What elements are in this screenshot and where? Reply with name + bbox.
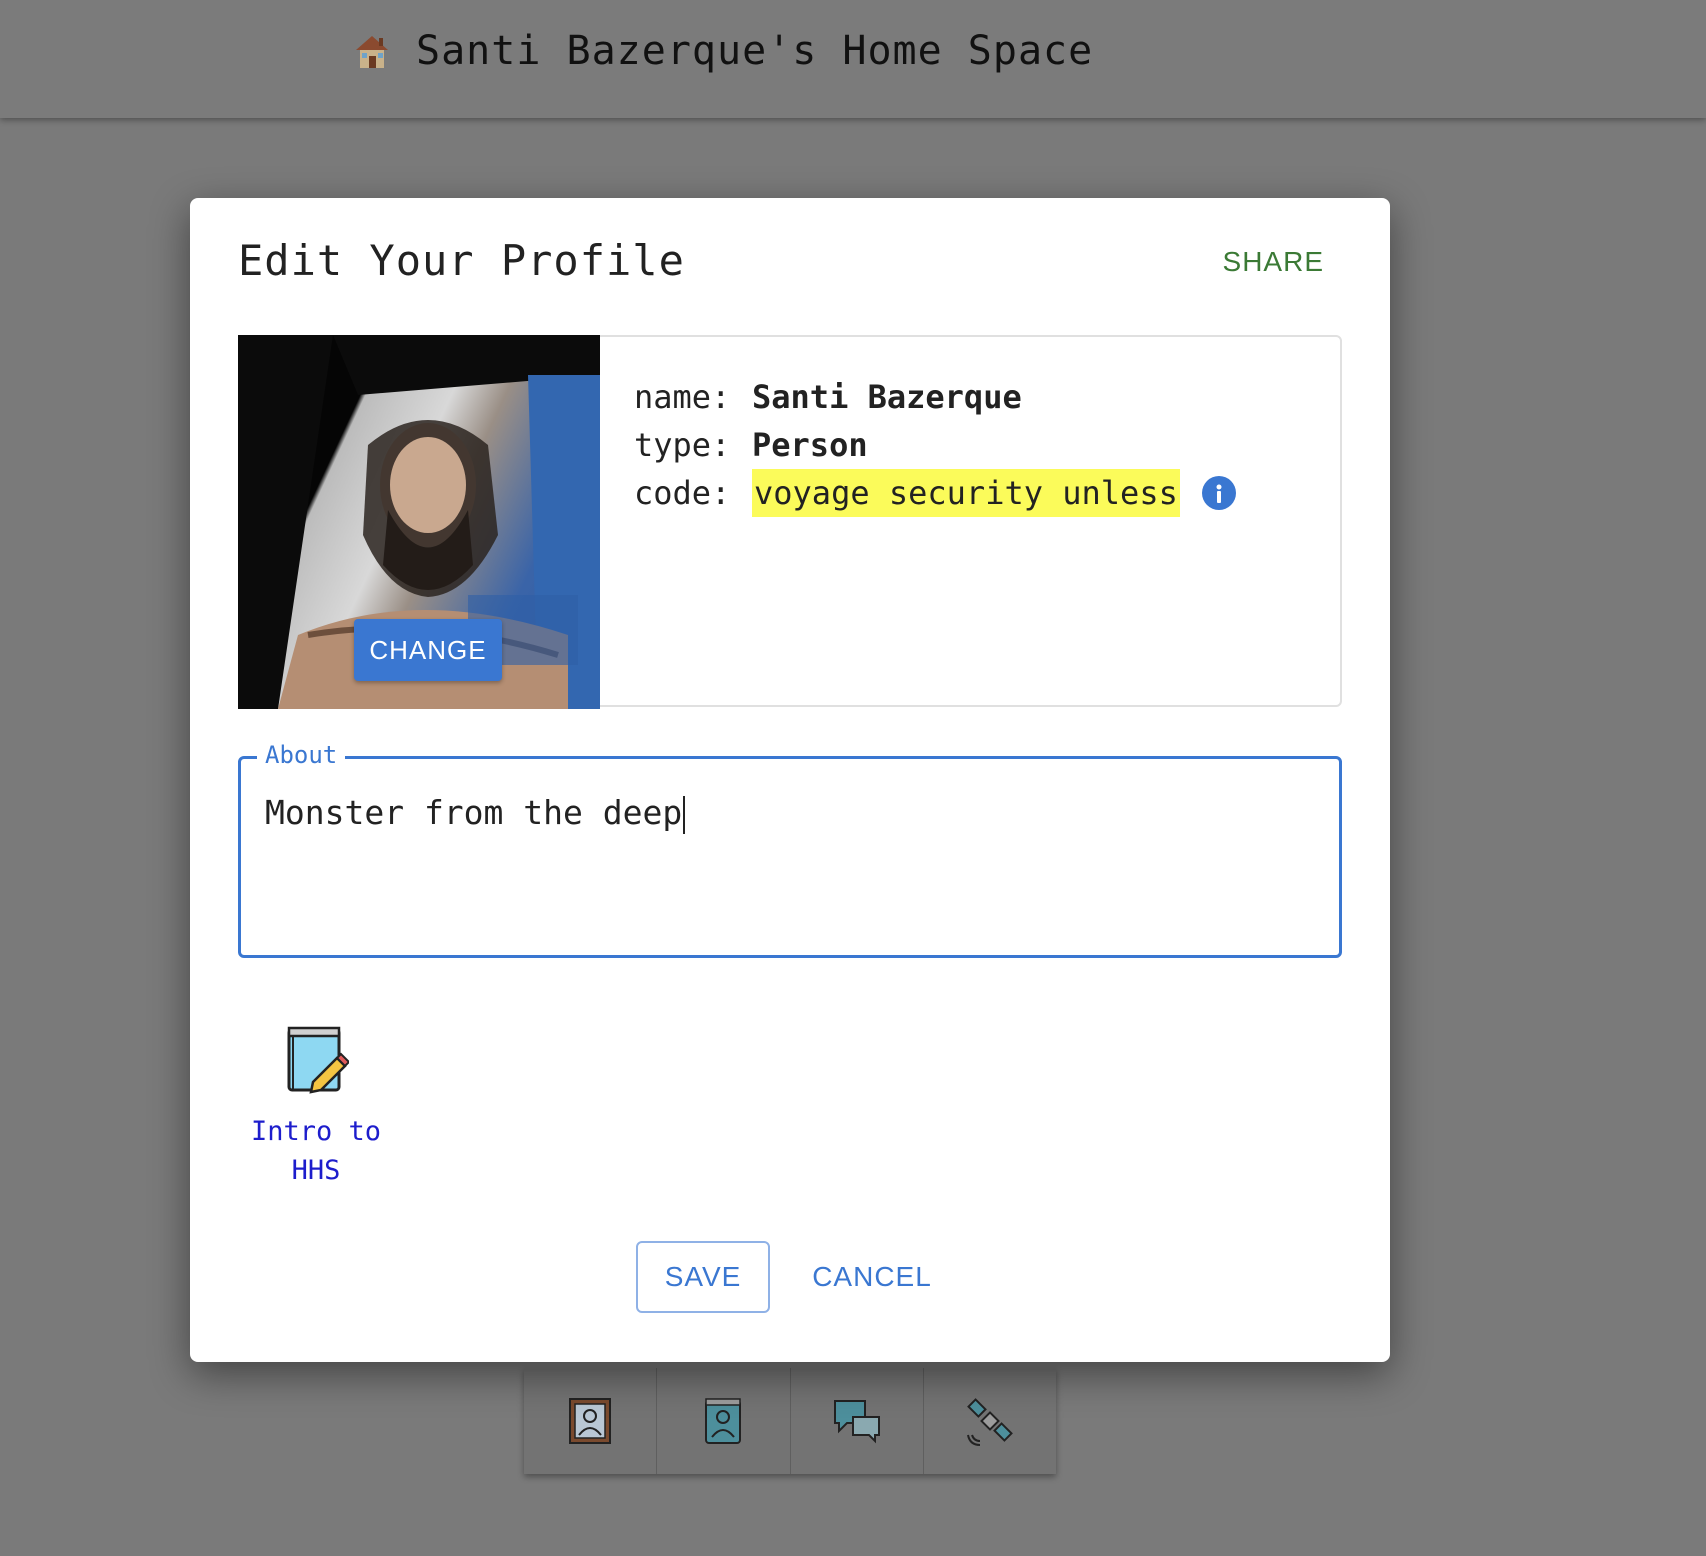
profile-fields: name: Santi Bazerque type: Person code: … [634, 373, 1236, 517]
cancel-button[interactable]: CANCEL [802, 1241, 942, 1313]
toolbar-chat-button[interactable] [791, 1368, 924, 1474]
toolbar-contacts-button[interactable] [657, 1368, 791, 1474]
type-key: type: [634, 426, 731, 464]
chat-bubbles-icon [833, 1400, 880, 1444]
name-key: name: [634, 378, 731, 416]
toolbar-profile-button[interactable] [524, 1368, 658, 1474]
dialog-title: Edit Your Profile [238, 236, 685, 285]
intro-link-label: Intro to HHS [251, 1112, 381, 1190]
app-bar: Santi Bazerque's Home Space [0, 0, 1706, 118]
info-icon[interactable] [1201, 476, 1236, 510]
save-button[interactable]: SAVE [636, 1241, 770, 1313]
profile-photo: CHANGE [238, 335, 600, 709]
intro-to-hhs-link[interactable]: Intro to HHS [244, 1024, 388, 1190]
contacts-book-icon [705, 1398, 742, 1444]
type-row: type: Person [634, 421, 1236, 469]
toolbar-satellite-button[interactable] [924, 1368, 1056, 1474]
type-value: Person [752, 426, 868, 464]
name-value: Santi Bazerque [752, 378, 1022, 416]
edit-profile-dialog: Edit Your Profile SHARE CHANGE name: San… [190, 198, 1390, 1362]
house-icon [356, 36, 388, 68]
about-field[interactable]: About Monster from the deep [238, 741, 1342, 958]
profile-card: CHANGE name: Santi Bazerque type: Person… [238, 335, 1342, 709]
app-title: Santi Bazerque's Home Space [352, 28, 1093, 74]
about-label: About [257, 741, 346, 769]
about-value: Monster from the deep [265, 793, 683, 832]
notebook-pencil-icon [287, 1026, 349, 1094]
intro-link-label-line2: HHS [291, 1155, 341, 1186]
intro-link-label-line1: Intro to [250, 1116, 382, 1147]
share-button[interactable]: SHARE [1223, 246, 1324, 278]
code-row: code: voyage security unless [634, 469, 1236, 517]
change-photo-button[interactable]: CHANGE [354, 619, 502, 681]
name-row: name: Santi Bazerque [634, 373, 1236, 421]
about-input[interactable]: Monster from the deep [265, 793, 686, 834]
profile-portrait-icon [569, 1398, 612, 1444]
text-caret [683, 795, 686, 834]
code-value: voyage security unless [752, 469, 1180, 517]
code-key: code: [634, 474, 731, 512]
bottom-toolbar [524, 1368, 1056, 1474]
satellite-icon [966, 1398, 1013, 1446]
app-title-text: Santi Bazerque's Home Space [416, 28, 1094, 74]
